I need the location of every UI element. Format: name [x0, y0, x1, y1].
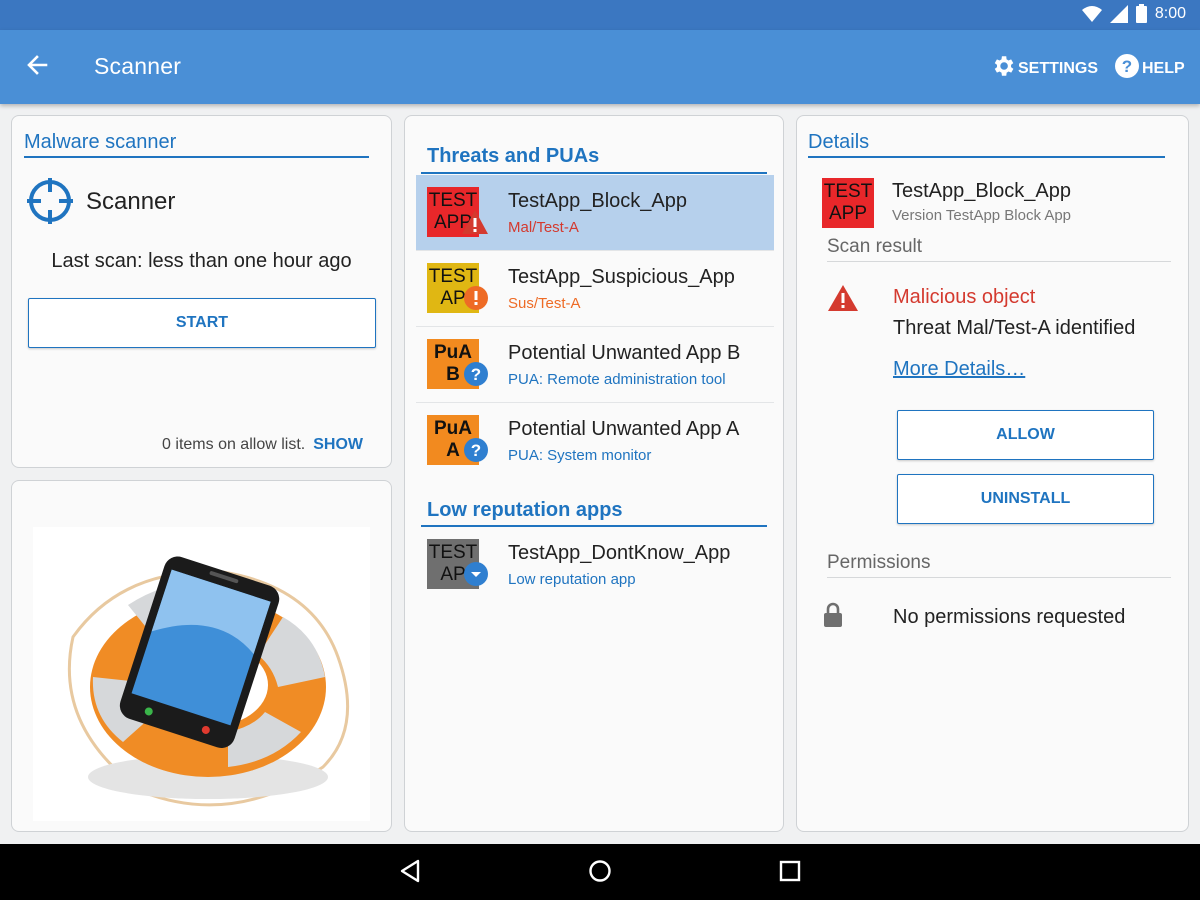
item-subtitle: Sus/Test-A	[508, 295, 581, 312]
signal-icon	[1109, 4, 1128, 23]
show-allow-list-link[interactable]: SHOW	[313, 436, 363, 454]
clock: 8:00	[1154, 4, 1186, 22]
app-bar: Scanner SETTINGS ? HELP	[0, 30, 1200, 104]
threats-heading: Threats and PUAs	[427, 145, 600, 167]
allow-button[interactable]: ALLOW	[897, 410, 1154, 460]
nav-recents-button[interactable]	[778, 858, 802, 889]
app-icon: PuA A ?	[427, 415, 488, 465]
allow-list-row: 0 items on allow list. SHOW	[162, 436, 363, 454]
settings-label: SETTINGS	[1018, 59, 1099, 77]
low-reputation-heading: Low reputation apps	[427, 499, 623, 521]
wifi-icon	[1081, 5, 1102, 23]
app-icon: TEST APP	[822, 178, 874, 228]
app-icon: PuA B ?	[427, 339, 488, 389]
more-details-link[interactable]: More Details…	[893, 358, 1025, 381]
page-title: Scanner	[94, 53, 182, 79]
item-subtitle: Low reputation app	[508, 571, 636, 588]
detail-app-version: Version TestApp Block App	[892, 207, 1072, 224]
help-label: HELP	[1142, 59, 1185, 77]
nav-back-button[interactable]	[398, 858, 422, 889]
panel-heading: Malware scanner	[24, 131, 177, 153]
warning-icon	[827, 284, 859, 317]
help-icon: ?	[1114, 53, 1140, 84]
threat-item-pua-b[interactable]: PuA B ? Potential Unwanted App B PUA: Re…	[416, 327, 774, 403]
item-title: TestApp_Block_App	[508, 190, 688, 212]
illustration-panel	[11, 480, 392, 832]
phone-lifebuoy-illustration	[33, 527, 370, 821]
heading-divider	[421, 172, 767, 174]
gear-icon	[990, 53, 1016, 84]
battery-icon	[1135, 4, 1147, 23]
item-title: Potential Unwanted App B	[508, 342, 741, 364]
item-subtitle: PUA: Remote administration tool	[508, 371, 726, 388]
crosshair-icon	[27, 178, 73, 229]
last-scan-text: Last scan: less than one hour ago	[51, 250, 352, 272]
exclamation-icon	[463, 285, 489, 317]
nav-home-icon	[589, 860, 611, 882]
svg-text:?: ?	[1122, 57, 1132, 76]
threat-item-block-app[interactable]: TEST APP TestApp_Block_App Mal/Test-A	[416, 175, 774, 251]
app-icon: TEST APP	[427, 187, 488, 237]
question-icon: ?	[463, 361, 489, 393]
nav-recents-icon	[779, 860, 801, 882]
status-icons: 8:00	[1081, 4, 1186, 23]
nav-home-button[interactable]	[588, 858, 612, 889]
item-subtitle: PUA: System monitor	[508, 447, 652, 464]
help-button[interactable]: ? HELP	[1114, 53, 1185, 84]
chevron-down-icon	[463, 561, 489, 593]
details-heading: Details	[808, 131, 870, 153]
threat-item-pua-a[interactable]: PuA A ? Potential Unwanted App A PUA: Sy…	[416, 403, 774, 479]
svg-text:?: ?	[471, 365, 481, 384]
item-subtitle: Mal/Test-A	[508, 219, 579, 236]
lock-icon	[823, 602, 843, 633]
malware-scanner-panel: Malware scanner Scanner Last scan: less …	[11, 115, 392, 468]
item-title: Potential Unwanted App A	[508, 418, 740, 440]
app-icon-text: TEST APP	[823, 181, 873, 224]
item-title: TestApp_Suspicious_App	[508, 266, 735, 288]
start-button[interactable]: START	[28, 298, 376, 348]
low-reputation-item-dontknow-app[interactable]: TEST AP TestApp_DontKnow_App Low reputat…	[416, 527, 774, 603]
heading-divider	[808, 156, 1165, 158]
threats-panel: Threats and PUAs TEST APP TestApp_Block_…	[404, 115, 784, 832]
permissions-text: No permissions requested	[893, 606, 1126, 628]
section-divider	[827, 577, 1171, 578]
scanner-name: Scanner	[86, 188, 176, 215]
result-description: Threat Mal/Test-A identified	[893, 317, 1136, 339]
uninstall-button[interactable]: UNINSTALL	[897, 474, 1154, 524]
app-icon: TEST AP	[427, 263, 488, 313]
heading-divider	[24, 156, 369, 158]
permissions-label: Permissions	[827, 552, 931, 573]
navigation-bar	[0, 844, 1200, 900]
result-title: Malicious object	[893, 286, 1036, 308]
back-button[interactable]	[24, 52, 60, 82]
nav-back-icon	[400, 859, 420, 883]
question-icon: ?	[463, 437, 489, 469]
detail-app-title: TestApp_Block_App	[892, 180, 1072, 202]
status-bar: 8:00	[0, 0, 1200, 30]
item-title: TestApp_DontKnow_App	[508, 542, 731, 564]
scan-result-label: Scan result	[827, 236, 923, 257]
warning-icon	[461, 209, 489, 241]
svg-text:?: ?	[471, 441, 481, 460]
back-arrow-icon	[27, 55, 48, 75]
threat-item-suspicious-app[interactable]: TEST AP TestApp_Suspicious_App Sus/Test-…	[416, 251, 774, 327]
app-icon: TEST AP	[427, 539, 488, 589]
allow-list-count: 0 items on allow list.	[162, 436, 306, 453]
section-divider	[827, 261, 1171, 262]
settings-button[interactable]: SETTINGS	[990, 53, 1098, 84]
details-panel: Details TEST APP TestApp_Block_App Versi…	[796, 115, 1189, 832]
